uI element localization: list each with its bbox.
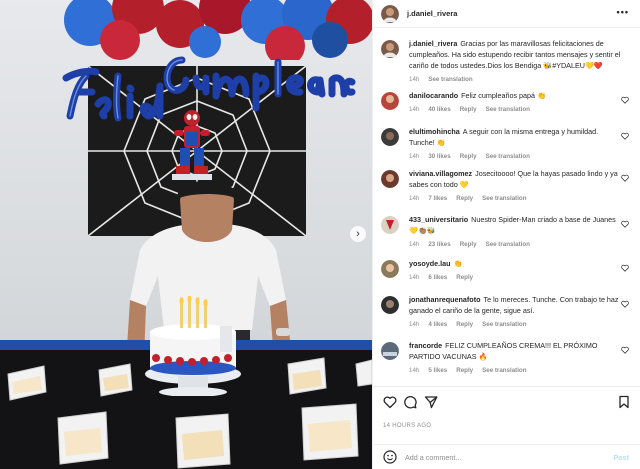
reply-button[interactable]: Reply (460, 151, 477, 162)
add-comment-bar: Add a comment... Post (373, 444, 640, 469)
author-username[interactable]: j.daniel_rivera (407, 9, 457, 18)
cake-slice-container (301, 403, 359, 461)
comment-time[interactable]: 14h (409, 365, 419, 376)
comment-likes[interactable]: 40 likes (428, 104, 450, 115)
comment-likes[interactable]: 4 likes (428, 319, 447, 330)
see-translation-link[interactable]: See translation (482, 365, 526, 376)
comment-bubble-icon[interactable] (403, 395, 417, 409)
author-avatar[interactable] (381, 4, 399, 23)
heart-outline-icon[interactable] (621, 220, 629, 228)
heart-outline-icon[interactable] (621, 96, 629, 104)
see-translation-link[interactable]: See translation (482, 193, 526, 204)
comment-likes[interactable]: 5 likes (428, 365, 447, 376)
heart-outline-icon[interactable] (621, 132, 629, 140)
comment-likes[interactable]: 23 likes (428, 239, 450, 250)
cake-slice-container (175, 413, 231, 469)
post-photo[interactable]: › (0, 0, 372, 469)
cake-slice-container (57, 411, 109, 465)
commenter-avatar[interactable] (381, 216, 399, 234)
reply-button[interactable]: Reply (460, 104, 477, 115)
heart-outline-icon[interactable] (621, 174, 629, 182)
post-side-panel: j.daniel_rivera ••• j.daniel_rivera Graci… (372, 0, 640, 469)
commenter-avatar[interactable] (381, 92, 399, 110)
heart-outline-icon[interactable] (621, 346, 629, 354)
comment-time[interactable]: 14h (409, 104, 419, 115)
comment-item: danilocarando Feliz cumpleaños papá 👏 14h… (381, 90, 633, 115)
commenter-avatar[interactable] (381, 260, 399, 278)
comment-item: yosoyde.lau 👏 14h 6 likes Reply (381, 258, 633, 283)
reply-button[interactable]: Reply (456, 319, 473, 330)
commenter-username[interactable]: elultimohincha (409, 127, 460, 136)
instagram-post-view: › j.daniel_rivera ••• j.daniel_rivera Gra… (0, 0, 640, 469)
comment-item: elultimohincha A seguir con la misma entr… (381, 126, 633, 162)
see-translation-link[interactable]: See translation (486, 239, 530, 250)
comment-item: viviana.villagomez Josecitoooo! Que la ha… (381, 168, 633, 204)
commenter-username[interactable]: 433_universitario (409, 215, 468, 224)
comment-item: francorde FELIZ CUMPLEAÑOS CREMA!!! EL PR… (381, 340, 633, 376)
comment-time[interactable]: 14h (409, 319, 419, 330)
see-translation-link[interactable]: See translation (482, 319, 526, 330)
comment-time[interactable]: 14h (409, 239, 419, 250)
comment-text: 👏 (453, 259, 463, 268)
comment-likes[interactable]: 7 likes (428, 193, 447, 204)
commenter-username[interactable]: yosoyde.lau (409, 259, 451, 268)
caption-block: j.daniel_rivera Gracias por las maravillo… (381, 38, 633, 85)
cake-slice-container (287, 357, 327, 395)
comment-text: Feliz cumpleaños papá 👏 (461, 91, 546, 100)
comment-item: 433_universitario Nuestro Spider-Man cria… (381, 214, 633, 250)
post-comment-button[interactable]: Post (613, 453, 629, 462)
see-translation-link[interactable]: See translation (428, 74, 472, 85)
caption-time[interactable]: 14h (409, 74, 419, 85)
comment-time[interactable]: 14h (409, 193, 419, 204)
commenter-username[interactable]: francorde (409, 341, 442, 350)
comment-likes[interactable]: 6 likes (428, 272, 447, 283)
next-photo-button[interactable]: › (350, 226, 366, 242)
more-options-icon[interactable]: ••• (617, 7, 629, 17)
paper-plane-icon[interactable] (424, 395, 438, 409)
see-translation-link[interactable]: See translation (486, 151, 530, 162)
reply-button[interactable]: Reply (456, 193, 473, 204)
comment-item: jonathanrequenafoto Te lo mereces. Tunche… (381, 294, 633, 330)
cake-slice-container (98, 363, 133, 397)
post-action-bar (373, 386, 640, 414)
cake-slice-container (355, 359, 372, 387)
comment-time[interactable]: 14h (409, 272, 419, 283)
comments-list: j.daniel_rivera Gracias por las maravillo… (373, 30, 640, 382)
commenter-username[interactable]: viviana.villagomez (409, 169, 472, 178)
birthday-cake (145, 296, 241, 396)
comment-time[interactable]: 14h (409, 151, 419, 162)
see-translation-link[interactable]: See translation (486, 104, 530, 115)
commenter-avatar[interactable] (381, 170, 399, 188)
commenter-username[interactable]: danilocarando (409, 91, 458, 100)
reply-button[interactable]: Reply (460, 239, 477, 250)
heart-outline-icon[interactable] (621, 300, 629, 308)
heart-outline-icon[interactable] (621, 264, 629, 272)
heart-outline-icon[interactable] (383, 395, 397, 409)
reply-button[interactable]: Reply (456, 365, 473, 376)
bookmark-icon[interactable] (617, 395, 631, 409)
reply-button[interactable]: Reply (456, 272, 473, 283)
cake-slice-container (7, 365, 47, 401)
post-header: j.daniel_rivera ••• (373, 0, 640, 28)
add-comment-input[interactable]: Add a comment... (405, 453, 461, 462)
commenter-avatar[interactable] (381, 296, 399, 314)
comment-likes[interactable]: 30 likes (428, 151, 450, 162)
commenter-username[interactable]: jonathanrequenafoto (409, 295, 480, 304)
emoji-icon[interactable] (383, 450, 397, 464)
commenter-avatar[interactable] (381, 128, 399, 146)
commenter-avatar[interactable] (381, 342, 399, 360)
post-timestamp[interactable]: 14 HOURS AGO (383, 423, 431, 429)
author-avatar[interactable] (381, 40, 399, 58)
spiderman-figurine (172, 110, 212, 180)
caption-username[interactable]: j.daniel_rivera (409, 39, 457, 48)
